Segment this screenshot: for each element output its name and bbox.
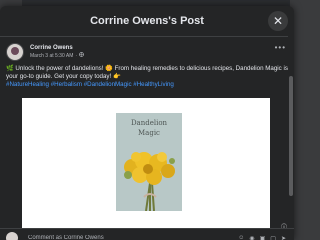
author-avatar[interactable] [6, 43, 24, 61]
comment-input[interactable] [26, 234, 239, 240]
post-body: 🌿 Unlock the power of dandelions! 🌼 From… [6, 65, 288, 80]
backdrop-right [290, 0, 320, 240]
close-icon: ✕ [272, 14, 284, 28]
post-modal: Corrine Owens's Post ✕ Corrine Owens Mar… [0, 6, 294, 240]
post-timestamp[interactable]: March 3 at 5:30 AM [30, 53, 73, 59]
camera-icon[interactable]: ◉ [249, 235, 254, 240]
close-button[interactable]: ✕ [268, 11, 288, 31]
comment-tools: ☺ ◉ ▣ ▢ ➤ [238, 235, 294, 240]
more-options-button[interactable]: ••• [275, 43, 286, 52]
post-header: Corrine Owens March 3 at 5:30 AM · ••• [0, 37, 294, 61]
scrollbar-track[interactable] [288, 36, 294, 236]
commenter-avatar [6, 232, 18, 240]
globe-icon [79, 52, 84, 59]
sticker-icon[interactable]: ▢ [270, 235, 276, 240]
book-subtitle: Magic [138, 129, 160, 137]
comment-bar: ☺ ◉ ▣ ▢ ➤ [0, 228, 294, 240]
separator-dot: · [75, 52, 78, 59]
send-icon[interactable]: ➤ [281, 235, 286, 240]
emoji-icon[interactable]: ☺ [238, 235, 244, 240]
modal-header: Corrine Owens's Post ✕ [0, 6, 294, 37]
gif-icon[interactable]: ▣ [260, 235, 266, 240]
book-cover: Dandelion Magic [116, 113, 182, 211]
post-hashtags[interactable]: #NatureHealing #Herbalism #DandelionMagi… [6, 81, 288, 89]
post-image[interactable]: Dandelion Magic [22, 98, 270, 228]
post-meta: March 3 at 5:30 AM · [30, 52, 84, 59]
book-title: Dandelion [130, 119, 168, 127]
author-name[interactable]: Corrine Owens [30, 45, 84, 51]
scrollbar-thumb[interactable] [289, 76, 293, 196]
modal-title: Corrine Owens's Post [90, 15, 204, 27]
post-text: 🌿 Unlock the power of dandelions! 🌼 From… [0, 61, 294, 89]
